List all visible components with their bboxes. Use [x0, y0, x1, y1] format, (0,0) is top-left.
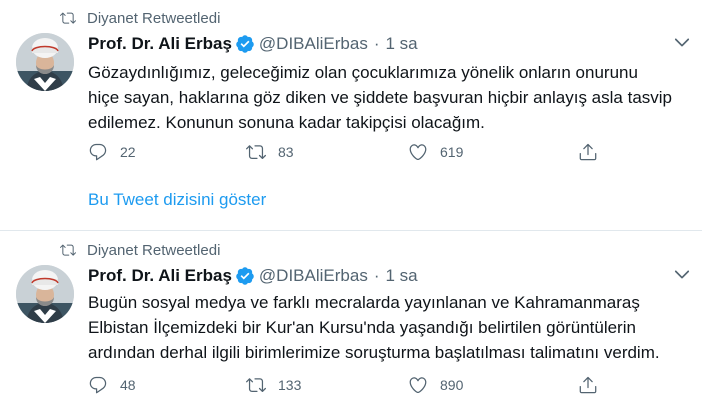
author-handle[interactable]: @DIBAliErbas: [259, 266, 368, 286]
reply-button[interactable]: 48: [88, 374, 136, 396]
retweet-icon: [60, 242, 76, 258]
verified-badge-icon: [235, 266, 255, 286]
retweeted-by-label: Diyanet Retweetledi: [87, 241, 221, 259]
tweet-timestamp[interactable]: 1 sa: [386, 34, 418, 54]
reply-count: 48: [120, 377, 136, 393]
tweet-text-line: ardından derhal ilgili birimlerimize sor…: [88, 343, 660, 362]
retweet-icon: [60, 10, 76, 26]
separator-dot: ·: [373, 266, 380, 285]
tweet-text: Bugün sosyal medya ve farklı mecralarda …: [88, 290, 688, 365]
tweet-header: Prof. Dr. Ali Erbaş @DIBAliErbas · 1 sa: [88, 264, 418, 288]
retweet-indicator: Diyanet Retweetledi: [60, 8, 220, 28]
retweet-button[interactable]: 133: [246, 374, 301, 396]
reply-button[interactable]: 22: [88, 141, 136, 163]
retweet-indicator: Diyanet Retweetledi: [60, 240, 220, 260]
tweet[interactable]: Diyanet Retweetledi Prof. Dr. Ali Erbaş …: [0, 0, 702, 231]
author-name[interactable]: Prof. Dr. Ali Erbaş: [88, 34, 232, 54]
tweet-text-line: Bugün sosyal medya ve farklı mecralarda …: [88, 293, 640, 312]
share-button[interactable]: [578, 374, 598, 396]
tweet-text-line: edilemez. Konunun sonuna kadar takipçisi…: [88, 113, 485, 132]
reply-icon: [88, 142, 108, 162]
retweet-icon: [246, 375, 266, 395]
like-count: 890: [440, 377, 464, 393]
tweet-text-line: Elbistan İlçemizdeki bir Kur'an Kursu'nd…: [88, 318, 636, 337]
author-handle[interactable]: @DIBAliErbas: [259, 34, 368, 54]
share-icon: [578, 375, 598, 395]
retweeted-by-label: Diyanet Retweetledi: [87, 9, 221, 27]
like-count: 619: [440, 144, 464, 160]
chevron-down-icon[interactable]: [672, 32, 692, 52]
author-name[interactable]: Prof. Dr. Ali Erbaş: [88, 266, 232, 286]
share-button[interactable]: [578, 141, 598, 163]
chevron-down-icon[interactable]: [672, 264, 692, 284]
retweet-icon: [246, 142, 266, 162]
tweet[interactable]: Diyanet Retweetledi Prof. Dr. Ali Erbaş …: [0, 232, 702, 412]
heart-icon: [408, 142, 428, 162]
separator-dot: ·: [373, 34, 380, 53]
tweet-timestamp[interactable]: 1 sa: [386, 266, 418, 286]
tweet-actions: 48 133 890: [88, 374, 608, 396]
tweet-header: Prof. Dr. Ali Erbaş @DIBAliErbas · 1 sa: [88, 32, 418, 56]
tweet-text-line: Gözaydınlığımız, geleceğimiz olan çocukl…: [88, 63, 638, 82]
show-thread-link[interactable]: Bu Tweet dizisini göster: [88, 190, 266, 210]
retweet-count: 83: [278, 144, 294, 160]
avatar[interactable]: [16, 265, 74, 323]
tweet-actions: 22 83 619: [88, 141, 608, 163]
reply-icon: [88, 375, 108, 395]
retweet-button[interactable]: 83: [246, 141, 294, 163]
tweet-text-line: hiçe sayan, haklarına göz diken ve şidde…: [88, 88, 673, 107]
avatar[interactable]: [16, 33, 74, 91]
like-button[interactable]: 890: [408, 374, 463, 396]
heart-icon: [408, 375, 428, 395]
retweet-count: 133: [278, 377, 302, 393]
like-button[interactable]: 619: [408, 141, 463, 163]
reply-count: 22: [120, 144, 136, 160]
verified-badge-icon: [235, 34, 255, 54]
share-icon: [578, 142, 598, 162]
tweet-text: Gözaydınlığımız, geleceğimiz olan çocukl…: [88, 60, 688, 135]
